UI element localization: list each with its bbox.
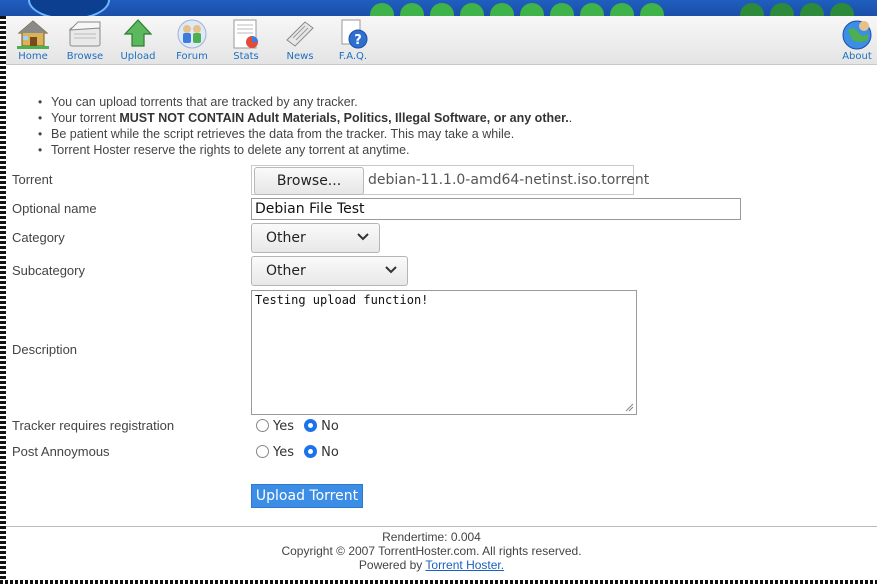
powered-by-prefix: Powered by <box>358 558 426 572</box>
anon-no-radio[interactable]: No <box>304 445 339 460</box>
category-select[interactable]: Other <box>251 223 380 253</box>
radio-label: Yes <box>273 445 294 460</box>
category-label: Category <box>12 230 65 245</box>
chevron-down-icon <box>385 266 397 274</box>
banner-dot <box>830 3 854 16</box>
rule-text: Torrent Hoster reserve the rights to del… <box>51 143 410 157</box>
page-frame-bottom <box>0 580 877 584</box>
nav-item-upload[interactable]: Upload <box>111 18 165 63</box>
banner-dot <box>400 3 424 16</box>
header-banner <box>0 0 877 16</box>
tracker-yes-radio[interactable]: Yes <box>256 419 294 434</box>
nav-item-stats[interactable]: Stats <box>219 18 273 63</box>
radio-label: Yes <box>273 419 294 434</box>
optional-name-input[interactable]: Debian File Test <box>251 198 741 220</box>
banner-dot <box>800 3 824 16</box>
resize-handle-icon[interactable] <box>624 402 634 412</box>
banner-dot <box>640 3 664 16</box>
optional-name-label: Optional name <box>12 201 97 216</box>
banner-dot <box>550 3 574 16</box>
nav-bar: Home Browse Upload Forum Stats News ? F.… <box>6 16 877 65</box>
banner-dot <box>490 3 514 16</box>
nav-item-faq[interactable]: ? F.A.Q. <box>326 18 380 63</box>
rule-text-bold: MUST NOT CONTAIN Adult Materials, Politi… <box>119 111 569 125</box>
subcategory-value: Other <box>266 263 306 279</box>
nav-label-upload: Upload <box>120 51 156 62</box>
rendertime-text: Rendertime: 0.004 <box>382 530 481 544</box>
subcategory-select[interactable]: Other <box>251 256 408 286</box>
radio-label: No <box>321 419 339 434</box>
nav-item-browse[interactable]: Browse <box>58 18 112 63</box>
list-item: Be patient while the script retrieves th… <box>36 126 572 142</box>
nav-label-home: Home <box>18 51 48 62</box>
radio-circle-selected <box>304 445 318 458</box>
home-icon <box>17 20 49 49</box>
page-footer: Rendertime: 0.004 Copyright © 2007 Torre… <box>6 530 857 572</box>
copyright-text: Copyright © 2007 TorrentHoster.com. All … <box>281 544 582 558</box>
radio-circle <box>256 419 269 432</box>
rule-text-end: . <box>568 111 573 125</box>
radio-circle-selected <box>304 419 318 432</box>
banner-dot <box>580 3 604 16</box>
nav-item-news[interactable]: News <box>273 18 327 63</box>
subcategory-label: Subcategory <box>12 263 85 278</box>
banner-dot <box>460 3 484 16</box>
tracker-no-radio[interactable]: No <box>304 419 339 434</box>
rule-text: You can upload torrents that are tracked… <box>51 95 358 109</box>
nav-label-news: News <box>286 51 314 62</box>
anon-yes-radio[interactable]: Yes <box>256 445 294 460</box>
svg-text:?: ? <box>354 33 362 48</box>
stats-icon <box>233 19 258 49</box>
list-item: Torrent Hoster reserve the rights to del… <box>36 142 572 158</box>
faq-icon: ? <box>341 19 368 49</box>
description-textarea[interactable]: Testing upload function! <box>251 290 637 415</box>
nav-label-browse: Browse <box>66 51 104 62</box>
upload-rules-list: You can upload torrents that are tracked… <box>36 94 572 158</box>
torrent-label: Torrent <box>12 172 53 187</box>
nav-label-forum: Forum <box>176 51 208 62</box>
upload-torrent-button[interactable]: Upload Torrent <box>251 484 363 508</box>
about-icon <box>842 20 872 50</box>
upload-icon <box>123 19 153 47</box>
powered-by: Powered by Torrent Hoster. <box>6 558 857 572</box>
banner-dot <box>520 3 544 16</box>
forum-icon <box>177 19 207 49</box>
nav-item-forum[interactable]: Forum <box>165 18 219 63</box>
news-icon <box>286 21 314 47</box>
browse-icon <box>68 21 101 47</box>
tracker-registration-radios: Yes No <box>256 419 345 434</box>
footer-divider <box>6 526 877 527</box>
nav-label-about: About <box>842 51 872 62</box>
site-logo <box>28 0 110 16</box>
nav-item-about[interactable]: About <box>830 18 877 63</box>
banner-dot <box>610 3 634 16</box>
post-anonymous-radios: Yes No <box>256 445 345 460</box>
page-frame-left <box>0 16 6 584</box>
list-item: You can upload torrents that are tracked… <box>36 94 572 110</box>
banner-dot <box>430 3 454 16</box>
tracker-registration-label: Tracker requires registration <box>12 418 175 433</box>
chevron-down-icon <box>357 233 369 241</box>
nav-label-faq: F.A.Q. <box>338 51 368 62</box>
nav-item-home[interactable]: Home <box>6 18 60 63</box>
radio-circle <box>256 445 269 458</box>
torrent-hoster-link[interactable]: Torrent Hoster. <box>425 558 504 572</box>
description-text: Testing upload function! <box>255 293 429 307</box>
description-label: Description <box>12 342 78 357</box>
browse-button[interactable]: Browse... <box>254 167 364 195</box>
radio-label: No <box>321 445 339 460</box>
banner-dot <box>740 3 764 16</box>
category-value: Other <box>266 230 306 246</box>
nav-label-stats: Stats <box>233 51 259 62</box>
banner-dot <box>370 3 394 16</box>
post-anonymous-label: Post Annoymous <box>12 444 110 459</box>
torrent-file-input[interactable]: Browse... debian-11.1.0-amd64-netinst.is… <box>251 165 649 195</box>
rule-text: Your torrent <box>51 111 120 125</box>
banner-dot <box>770 3 794 16</box>
list-item: Your torrent MUST NOT CONTAIN Adult Mate… <box>36 110 572 126</box>
selected-file-name: debian-11.1.0-amd64-netinst.iso.torrent <box>368 172 650 188</box>
rule-text: Be patient while the script retrieves th… <box>51 127 515 141</box>
